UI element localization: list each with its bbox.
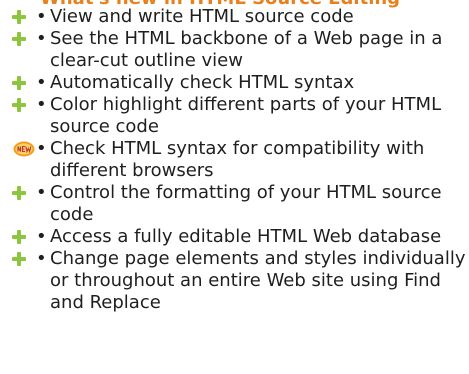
plus-icon <box>8 94 28 116</box>
list-item-text: Control the formatting of your HTML sour… <box>50 182 442 225</box>
list-item-text: Change page elements and styles individu… <box>50 248 466 313</box>
plus-icon <box>8 72 28 94</box>
plus-icon <box>8 28 28 50</box>
list-item-text: Check HTML syntax for compatibility with… <box>50 138 425 181</box>
plus-icon <box>8 6 28 28</box>
plus-icon <box>8 182 28 204</box>
bullet: • <box>36 72 47 93</box>
new-badge-icon <box>8 138 35 160</box>
bullet: • <box>36 28 47 49</box>
list-item: • Control the formatting of your HTML so… <box>0 182 469 226</box>
list-item: • See the HTML backbone of a Web page in… <box>0 28 469 72</box>
list-item-text: Access a fully editable HTML Web databas… <box>50 226 442 247</box>
list-item: • Change page elements and styles indivi… <box>0 248 469 314</box>
list-item: • Check HTML syntax for compatibility wi… <box>0 138 469 182</box>
bullet: • <box>36 182 47 203</box>
plus-icon <box>8 226 28 248</box>
bullet: • <box>36 6 47 27</box>
bullet: • <box>36 248 47 269</box>
list-item: • Access a fully editable HTML Web datab… <box>0 226 469 248</box>
list-item-text: View and write HTML source code <box>50 6 354 27</box>
feature-list: • View and write HTML source code • See … <box>0 6 469 314</box>
list-item-text: Color highlight different parts of your … <box>50 94 442 137</box>
bullet: • <box>36 138 47 159</box>
list-item: • View and write HTML source code <box>0 6 469 28</box>
list-item-text: Automatically check HTML syntax <box>50 72 355 93</box>
list-item: • Color highlight different parts of you… <box>0 94 469 138</box>
list-item-text: See the HTML backbone of a Web page in a… <box>50 28 443 71</box>
bullet: • <box>36 94 47 115</box>
bullet: • <box>36 226 47 247</box>
list-item: • Automatically check HTML syntax <box>0 72 469 94</box>
plus-icon <box>8 248 28 270</box>
